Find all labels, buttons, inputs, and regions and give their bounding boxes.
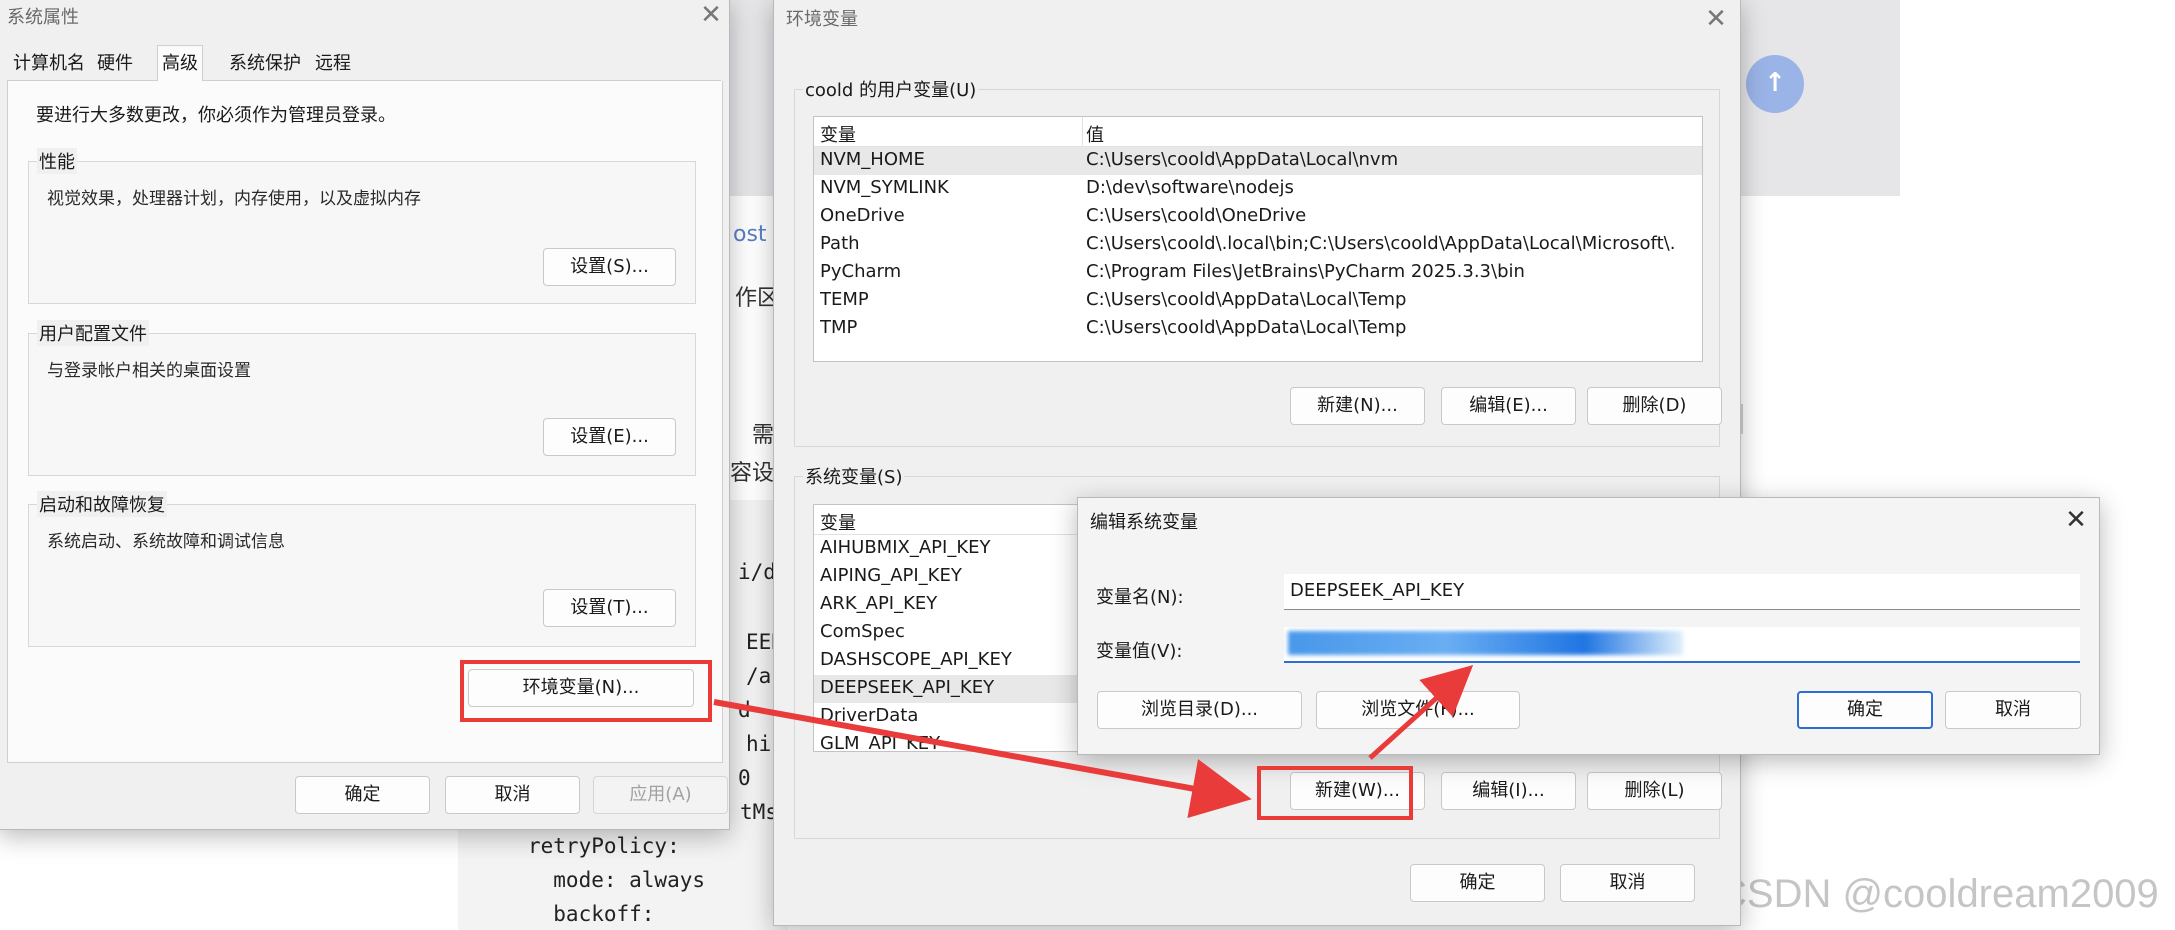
annotation-arrows [713, 664, 1474, 819]
arrow-to-new-button [713, 699, 1252, 819]
arrow-to-value-field [1368, 664, 1474, 760]
